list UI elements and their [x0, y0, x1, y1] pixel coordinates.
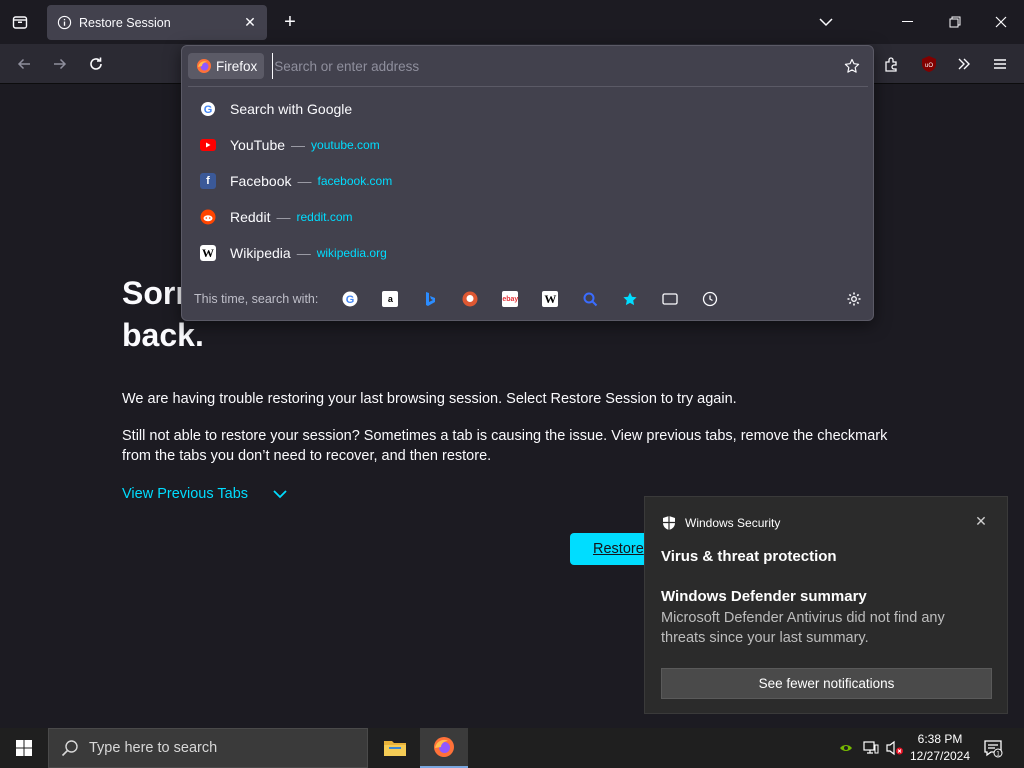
history-clock-icon[interactable]: [702, 291, 718, 307]
result-url: youtube.com: [311, 138, 380, 152]
bing-engine-icon[interactable]: [422, 291, 438, 307]
urlbar: Firefox: [188, 51, 868, 81]
search-icon[interactable]: [582, 291, 598, 307]
overflow-menu-icon[interactable]: [952, 52, 976, 76]
notification-close-icon[interactable]: ✕: [973, 513, 989, 529]
notification-header: Windows Security: [661, 515, 780, 531]
restore-description: We are having trouble restoring your las…: [122, 391, 737, 407]
shield-icon: [663, 516, 675, 530]
notification-body: Microsoft Defender Antivirus did not fin…: [661, 610, 945, 646]
tab-strip: Restore Session ✕ +: [0, 0, 1024, 44]
wikipedia-engine-icon[interactable]: W: [542, 291, 559, 307]
forward-icon[interactable]: [48, 52, 72, 76]
tab-close-icon[interactable]: ✕: [239, 14, 261, 31]
tab-title: Restore Session: [79, 15, 171, 30]
info-icon: [57, 15, 72, 30]
view-previous-tabs-toggle[interactable]: View Previous Tabs: [122, 486, 288, 502]
svg-text:G: G: [346, 294, 355, 306]
result-label: Reddit: [230, 209, 271, 225]
windows-start-icon[interactable]: [0, 728, 48, 768]
file-explorer-icon[interactable]: [371, 728, 419, 768]
notification-subtitle: Windows Defender summary: [661, 588, 867, 605]
see-fewer-notifications-button[interactable]: See fewer notifications: [661, 668, 992, 699]
one-off-search-bar: This time, search with: G a ebay W: [188, 283, 868, 315]
new-tab-button[interactable]: +: [279, 11, 301, 33]
chevron-down-icon: [273, 490, 287, 499]
volume-muted-icon[interactable]: [884, 728, 906, 768]
search-icon: [61, 740, 78, 757]
notification-title: Virus & threat protection: [661, 548, 837, 565]
result-label: YouTube: [230, 137, 286, 153]
clock-time: 6:38 PM: [917, 732, 963, 746]
result-youtube[interactable]: YouTube — youtube.com: [188, 129, 868, 161]
taskbar-search-placeholder: Type here to search: [89, 740, 218, 756]
result-reddit[interactable]: Reddit — reddit.com: [188, 201, 868, 233]
notification-app-name: Windows Security: [685, 516, 781, 530]
nvidia-tray-icon[interactable]: [834, 728, 858, 768]
result-url: wikipedia.org: [316, 246, 387, 260]
view-previous-tabs-label: View Previous Tabs: [122, 486, 249, 502]
result-search-google[interactable]: G Search with Google: [188, 93, 868, 125]
result-wikipedia[interactable]: W Wikipedia — wikipedia.org: [188, 237, 868, 269]
urlbar-divider: [188, 86, 868, 87]
svg-text:uO: uO: [925, 63, 933, 69]
result-label: Wikipedia: [230, 245, 291, 261]
result-label: Facebook: [230, 173, 292, 189]
hamburger-menu-icon[interactable]: [988, 52, 1012, 76]
result-separator: —: [291, 137, 306, 153]
reddit-icon: [200, 209, 216, 225]
facebook-icon: f: [200, 173, 216, 189]
amazon-engine-icon[interactable]: a: [382, 291, 399, 307]
tab-restore-session[interactable]: Restore Session ✕: [47, 5, 267, 40]
action-center-icon[interactable]: 1: [980, 728, 1006, 768]
duckduckgo-engine-icon[interactable]: [462, 291, 478, 307]
notification-count: 1: [996, 751, 1000, 758]
result-label: Search with Google: [230, 101, 353, 117]
bookmark-star-icon[interactable]: [840, 54, 864, 78]
wikipedia-icon: W: [200, 245, 216, 261]
back-icon[interactable]: [12, 52, 36, 76]
svg-text:G: G: [204, 104, 213, 116]
result-url: reddit.com: [296, 210, 353, 224]
urlbar-popup: Firefox G Search with Google YouTube — y…: [181, 45, 874, 321]
search-mode-label: Firefox: [216, 58, 258, 74]
minimize-button[interactable]: [896, 11, 920, 33]
taskbar-clock[interactable]: 6:38 PM 12/27/2024: [906, 731, 974, 765]
result-url: facebook.com: [317, 174, 393, 188]
result-separator: —: [297, 173, 312, 189]
firefox-view-icon[interactable]: [8, 11, 32, 33]
network-icon[interactable]: [858, 728, 884, 768]
result-facebook[interactable]: f Facebook — facebook.com: [188, 165, 868, 197]
windows-security-notification: Windows Security ✕ Virus & threat protec…: [644, 496, 1008, 714]
restore-help-text: Still not able to restore your session? …: [122, 428, 888, 464]
tabs-icon[interactable]: [662, 291, 678, 307]
google-icon: G: [200, 101, 216, 117]
clock-date: 12/27/2024: [909, 749, 971, 763]
google-engine-icon[interactable]: G: [342, 291, 358, 307]
ebay-engine-icon[interactable]: ebay: [502, 291, 519, 307]
extensions-icon[interactable]: [880, 52, 904, 76]
list-all-tabs-icon[interactable]: [814, 11, 838, 33]
restore-window-button[interactable]: [943, 11, 967, 33]
firefox-icon: [197, 59, 211, 73]
windows-taskbar: Type here to search 6:38 PM 12/27/2024 1: [0, 728, 1024, 768]
ublock-origin-icon[interactable]: uO: [917, 52, 941, 76]
restore-session-label: Restore: [593, 541, 644, 557]
result-separator: —: [276, 209, 291, 225]
reload-icon[interactable]: [84, 52, 108, 76]
search-settings-gear-icon[interactable]: [846, 291, 862, 307]
close-window-button[interactable]: [989, 11, 1013, 33]
taskbar-search-box[interactable]: Type here to search: [48, 728, 368, 768]
bookmark-star-filled-icon[interactable]: [622, 291, 638, 307]
search-mode-indicator[interactable]: Firefox: [188, 53, 265, 79]
youtube-icon: [200, 137, 216, 153]
result-separator: —: [296, 245, 311, 261]
address-input[interactable]: [272, 53, 840, 79]
one-off-label: This time, search with:: [194, 292, 319, 306]
firefox-taskbar-icon[interactable]: [420, 728, 468, 768]
